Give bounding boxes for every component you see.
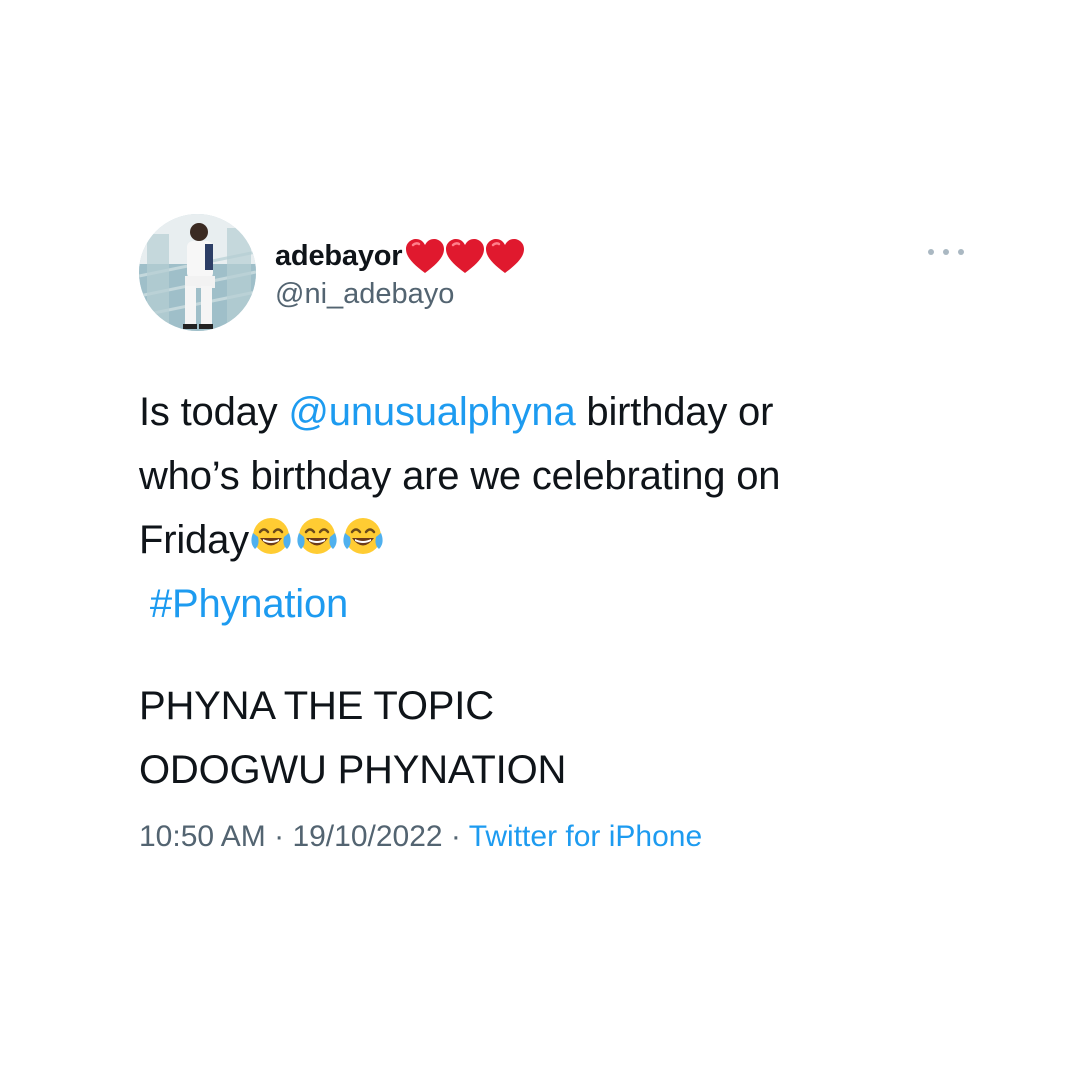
tweet-line-2: who’s birthday are we celebrating on	[139, 454, 781, 498]
tweet-line-3: Friday	[139, 508, 969, 572]
tweet-time[interactable]: 10:50 AM	[139, 820, 266, 853]
tweet-text-segment: birthday or	[575, 390, 774, 434]
name-emojis	[403, 236, 525, 276]
user-handle[interactable]: @ni_adebayo	[275, 278, 523, 311]
more-horizontal-icon	[958, 249, 964, 255]
laughing-emojis	[249, 515, 387, 559]
more-options-button[interactable]	[928, 240, 964, 264]
more-horizontal-icon	[928, 249, 934, 255]
tweet-text-segment: Is today	[139, 390, 289, 434]
display-name-row: adebayor	[275, 236, 525, 276]
tweet-date[interactable]: 19/10/2022	[292, 820, 442, 853]
tweet-line-6: ODOGWU PHYNATION	[139, 748, 567, 792]
author-names: adebayor @ni_adebayo	[275, 236, 525, 311]
tweet-text-segment: Friday	[139, 518, 249, 562]
hashtag-link[interactable]: #Phynation	[150, 582, 348, 626]
tweet-line-5: PHYNA THE TOPIC	[139, 684, 494, 728]
tweet-line-4: #Phynation	[139, 572, 969, 636]
more-horizontal-icon	[943, 249, 949, 255]
tweet-header: adebayor @ni_adebayo	[139, 214, 969, 334]
avatar-photo	[139, 214, 256, 331]
red-heart-icon	[486, 239, 525, 273]
tweet-text: Is today @unusualphyna birthday or who’s…	[139, 380, 969, 802]
red-heart-icon	[406, 239, 445, 273]
display-name[interactable]: adebayor	[275, 240, 403, 273]
meta-separator: ·	[265, 820, 293, 853]
meta-separator: ·	[442, 820, 469, 853]
tweet-line-1: Is today @unusualphyna birthday or	[139, 380, 969, 444]
face-with-tears-of-joy-icon	[343, 518, 383, 554]
avatar[interactable]	[139, 214, 256, 331]
red-heart-icon	[446, 239, 485, 273]
tweet-meta: 10:50 AM · 19/10/2022 · Twitter for iPho…	[139, 820, 702, 854]
mention-link[interactable]: @unusualphyna	[288, 390, 575, 434]
tweet-source-link[interactable]: Twitter for iPhone	[469, 820, 702, 853]
face-with-tears-of-joy-icon	[297, 518, 337, 554]
tweet-card: adebayor @ni_adebayo Is today @unusualph…	[139, 214, 969, 853]
face-with-tears-of-joy-icon	[251, 518, 291, 554]
